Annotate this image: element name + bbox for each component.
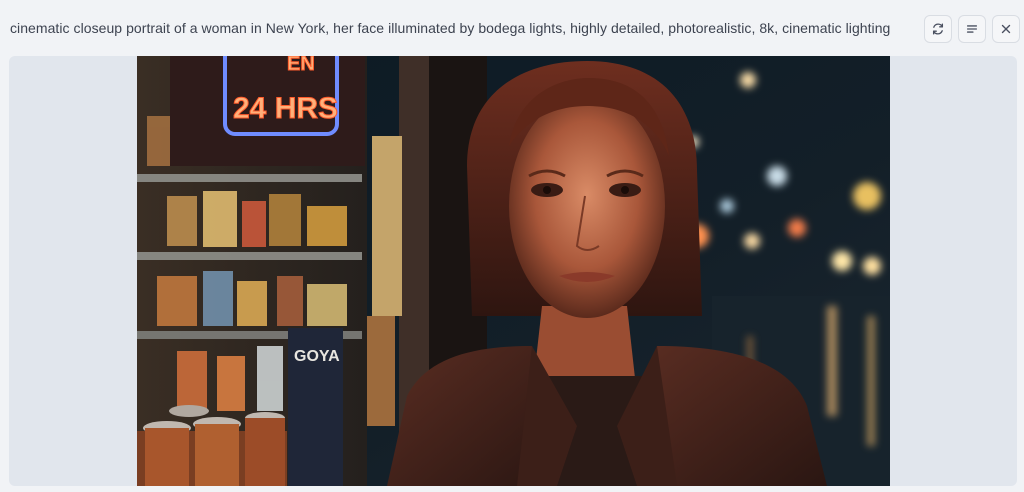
goya-box: GOYA xyxy=(288,328,343,486)
generated-image[interactable]: 24 HRS EN GOYA xyxy=(137,56,890,486)
neon-sign-text-top: EN xyxy=(287,56,315,75)
menu-button[interactable] xyxy=(958,15,986,43)
woman-face xyxy=(509,94,665,318)
portrait-illustration: 24 HRS EN GOYA xyxy=(137,56,890,486)
close-button[interactable] xyxy=(992,15,1020,43)
refresh-button[interactable] xyxy=(924,15,952,43)
menu-lines-icon xyxy=(966,25,978,33)
refresh-icon xyxy=(932,23,944,35)
box-brand-text: GOYA xyxy=(294,348,340,365)
neon-sign-text: 24 HRS xyxy=(233,92,338,125)
top-bar: cinematic closeup portrait of a woman in… xyxy=(0,0,1024,56)
close-icon xyxy=(1001,24,1011,34)
prompt-text: cinematic closeup portrait of a woman in… xyxy=(10,20,891,36)
neon-sign: 24 HRS EN xyxy=(170,56,365,166)
